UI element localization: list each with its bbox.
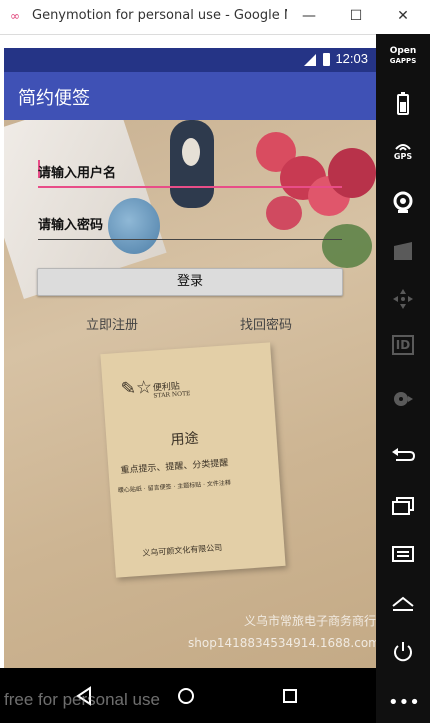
- window-titlebar: ∞ Genymotion for personal use - Google N…: [0, 0, 430, 35]
- recent-apps-button-icon[interactable]: [388, 496, 418, 524]
- battery-icon: [323, 53, 330, 66]
- disk-io-widget-icon[interactable]: [388, 388, 418, 416]
- card-title: 用途: [170, 430, 200, 449]
- more-options-icon[interactable]: •••: [388, 694, 420, 722]
- password-placeholder: 请输入密码: [38, 218, 104, 233]
- card-line1: 重点提示、提醒、分类提醒: [120, 458, 229, 477]
- forgot-password-link[interactable]: 找回密码: [240, 314, 292, 333]
- card-logo-icon: ✎☆: [120, 376, 153, 400]
- login-screen: 请输入用户名 请输入密码 登录 立即注册 找回密码 ✎☆ 便利贴 STAR NO…: [4, 120, 376, 668]
- recents-nav-icon[interactable]: [270, 682, 310, 710]
- webcam-widget-icon[interactable]: [388, 190, 418, 218]
- maximize-button[interactable]: ☐: [341, 4, 371, 28]
- app-bar: 简约便签: [4, 72, 376, 120]
- card-line2: 暖心贴纸 · 留言便签 · 主题标贴 · 文件注释: [117, 479, 232, 495]
- minimize-button[interactable]: —: [294, 4, 324, 28]
- device-id-label: ID: [391, 335, 415, 355]
- card-brand-sub: STAR NOTE: [153, 390, 191, 400]
- open-gapps-label-1: Open: [389, 46, 417, 56]
- signal-icon: [304, 54, 316, 66]
- password-underline: [38, 239, 342, 240]
- open-gapps-label-2: GAPPS: [389, 57, 417, 65]
- open-gapps-button[interactable]: Open GAPPS: [388, 46, 418, 74]
- power-button-icon[interactable]: [388, 640, 418, 668]
- home-nav-icon[interactable]: [166, 682, 206, 710]
- screencast-widget-icon[interactable]: [388, 240, 418, 268]
- gps-widget-button[interactable]: GPS: [388, 140, 418, 168]
- back-button-icon[interactable]: [388, 446, 418, 474]
- watermark-shop: 义乌市常旅电子商务商行: [244, 614, 376, 628]
- watermark-url: shop1418834534914.1688.com: [188, 636, 376, 650]
- battery-widget-icon[interactable]: [388, 92, 418, 120]
- username-underline: [38, 186, 342, 188]
- status-time: 12:03: [335, 51, 368, 66]
- app-title: 简约便签: [18, 88, 90, 109]
- window-title: Genymotion for personal use - Google N..…: [32, 8, 287, 23]
- personal-use-overlay: free for personal use: [4, 690, 160, 709]
- genymotion-logo-icon: ∞: [10, 9, 20, 23]
- device-id-button[interactable]: ID: [388, 335, 418, 366]
- menu-button-icon[interactable]: [388, 544, 418, 572]
- home-button-icon[interactable]: [388, 594, 418, 622]
- close-button[interactable]: ✕: [388, 4, 418, 28]
- status-bar: 12:03: [4, 48, 376, 72]
- username-input[interactable]: 请输入用户名: [38, 160, 342, 188]
- dpad-widget-icon[interactable]: [388, 288, 418, 316]
- username-placeholder: 请输入用户名: [38, 166, 117, 181]
- card-company: 义乌可颜文化有限公司: [142, 543, 223, 558]
- password-input[interactable]: 请输入密码: [38, 212, 342, 240]
- gps-label: GPS: [393, 152, 413, 161]
- register-link[interactable]: 立即注册: [86, 314, 138, 333]
- genymotion-sidebar: Open GAPPS GPS ID •••: [376, 34, 430, 723]
- device-screen: 12:03 简约便签 请输入用户名 请输入密码 登录 立即注册 找回密码 ✎☆ …: [4, 48, 376, 668]
- login-button[interactable]: 登录: [37, 268, 343, 296]
- sticky-note-card: ✎☆ 便利贴 STAR NOTE 用途 重点提示、提醒、分类提醒 暖心贴纸 · …: [100, 342, 286, 578]
